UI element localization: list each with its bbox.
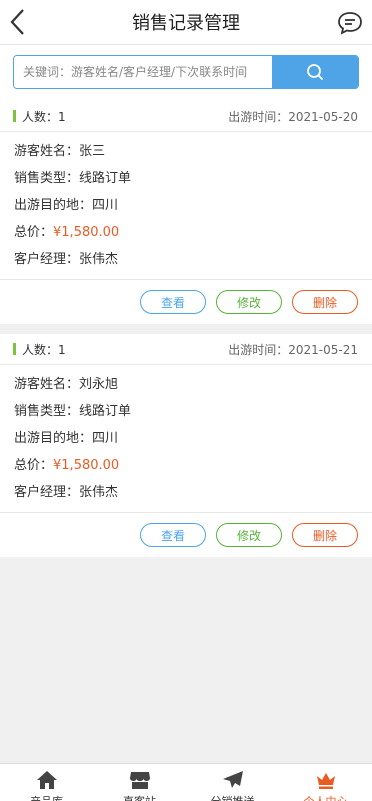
destination: 出游目的地：四川 bbox=[14, 431, 119, 446]
search-button[interactable] bbox=[272, 56, 358, 88]
view-button[interactable]: 查看 bbox=[140, 290, 206, 314]
count-indicator-bar bbox=[13, 110, 16, 122]
account-manager: 客户经理：张伟杰 bbox=[14, 252, 119, 267]
search-box bbox=[13, 55, 359, 89]
count-label: 人数：1 bbox=[13, 341, 66, 358]
record-list: 人数：1 出游时间：2021-05-20 游客姓名：张三 销售类型：线路订单 出… bbox=[0, 101, 372, 557]
back-button[interactable] bbox=[4, 6, 32, 38]
tab-distribution-push[interactable]: 分销推送 bbox=[186, 764, 279, 801]
delete-button[interactable]: 删除 bbox=[292, 523, 358, 547]
message-button[interactable] bbox=[336, 9, 364, 37]
record-body: 游客姓名：刘永旭 销售类型：线路订单 出游目的地：四川 总价：¥1,580.00… bbox=[0, 365, 372, 512]
tab-personal-center[interactable]: 个人中心 bbox=[279, 764, 372, 801]
count-label: 人数：1 bbox=[13, 108, 66, 125]
chat-bubble-icon bbox=[338, 12, 362, 35]
travel-date: 出游时间：2021-05-20 bbox=[228, 109, 358, 124]
total-price: 总价：¥1,580.00 bbox=[14, 452, 358, 479]
record-card: 人数：1 出游时间：2021-05-21 游客姓名：刘永旭 销售类型：线路订单 … bbox=[0, 334, 372, 557]
count-text: 人数：1 bbox=[22, 342, 66, 357]
tab-direct-store[interactable]: 直客站 bbox=[93, 764, 186, 801]
travel-date: 出游时间：2021-05-21 bbox=[228, 342, 358, 357]
store-icon bbox=[128, 770, 152, 790]
destination: 出游目的地：四川 bbox=[14, 198, 119, 213]
bottom-tab-bar: 产品库 直客站 分销推送 个人中心 bbox=[0, 763, 372, 801]
view-button[interactable]: 查看 bbox=[140, 523, 206, 547]
record-actions: 查看 修改 删除 bbox=[0, 279, 372, 324]
tab-label: 产品库 bbox=[30, 793, 63, 801]
price-label: 总价： bbox=[14, 458, 54, 473]
edit-button[interactable]: 修改 bbox=[216, 523, 282, 547]
price-value: ¥1,580.00 bbox=[53, 458, 120, 473]
record-actions: 查看 修改 删除 bbox=[0, 512, 372, 557]
tab-label: 个人中心 bbox=[304, 793, 348, 801]
sale-type: 销售类型：线路订单 bbox=[14, 171, 132, 186]
record-header: 人数：1 出游时间：2021-05-20 bbox=[0, 101, 372, 132]
record-header: 人数：1 出游时间：2021-05-21 bbox=[0, 334, 372, 365]
search-bar bbox=[0, 45, 372, 101]
chevron-left-icon bbox=[10, 9, 24, 35]
record-card: 人数：1 出游时间：2021-05-20 游客姓名：张三 销售类型：线路订单 出… bbox=[0, 101, 372, 324]
visitor-name: 游客姓名：刘永旭 bbox=[14, 377, 119, 392]
record-body: 游客姓名：张三 销售类型：线路订单 出游目的地：四川 总价：¥1,580.00 … bbox=[0, 132, 372, 279]
delete-button[interactable]: 删除 bbox=[292, 290, 358, 314]
total-price: 总价：¥1,580.00 bbox=[14, 219, 358, 246]
crown-icon bbox=[314, 770, 338, 790]
price-label: 总价： bbox=[14, 225, 54, 240]
count-text: 人数：1 bbox=[22, 109, 66, 124]
price-value: ¥1,580.00 bbox=[53, 225, 120, 240]
visitor-name: 游客姓名：张三 bbox=[14, 144, 106, 159]
count-indicator-bar bbox=[13, 343, 16, 355]
account-manager: 客户经理：张伟杰 bbox=[14, 485, 119, 500]
tab-label: 直客站 bbox=[123, 793, 156, 801]
send-icon bbox=[221, 770, 245, 790]
header: 销售记录管理 bbox=[0, 0, 372, 45]
page-title: 销售记录管理 bbox=[132, 13, 240, 34]
home-icon bbox=[35, 770, 59, 790]
search-input[interactable] bbox=[14, 56, 272, 88]
tab-product-library[interactable]: 产品库 bbox=[0, 764, 93, 801]
search-icon bbox=[307, 64, 324, 81]
edit-button[interactable]: 修改 bbox=[216, 290, 282, 314]
sale-type: 销售类型：线路订单 bbox=[14, 404, 132, 419]
tab-label: 分销推送 bbox=[211, 793, 255, 801]
